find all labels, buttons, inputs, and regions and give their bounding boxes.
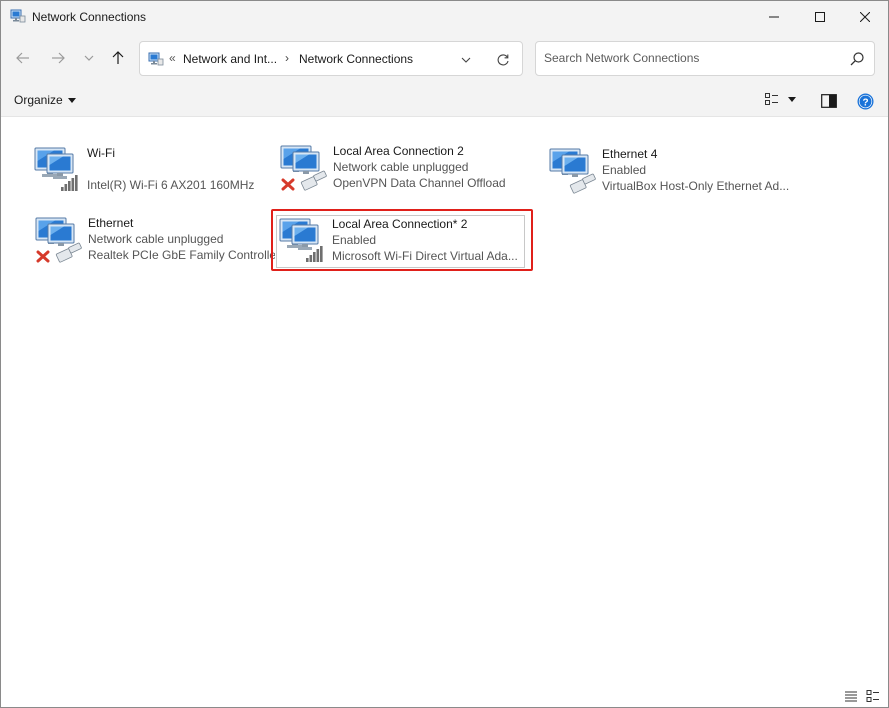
connection-name: Ethernet 4 — [602, 147, 658, 161]
connection-name: Ethernet — [88, 216, 134, 230]
organize-label: Organize — [14, 93, 63, 107]
connection-name: Wi-Fi — [87, 146, 115, 160]
details-view-icon[interactable] — [844, 689, 858, 703]
connection-text: Ethernet Network cable unplugged Realtek… — [88, 215, 275, 263]
title-bar: Network Connections — [1, 1, 888, 33]
arrow-right-icon — [52, 52, 65, 64]
connection-status — [87, 161, 264, 177]
maximize-button[interactable] — [797, 1, 843, 33]
navigation-bar: « Network and Int... › Network Connectio… — [1, 33, 888, 85]
network-connections-icon — [10, 9, 26, 23]
arrow-up-icon — [112, 51, 124, 64]
forward-button[interactable] — [47, 47, 69, 69]
caret-down-icon — [67, 97, 76, 103]
caret-down-icon — [788, 96, 796, 102]
change-view-button[interactable] — [765, 93, 796, 105]
breadcrumb-network-and-internet[interactable]: Network and Int... — [183, 52, 277, 66]
network-adapter-icon — [549, 148, 596, 194]
preview-pane-icon[interactable] — [821, 94, 837, 108]
network-adapter-icon — [35, 217, 82, 263]
connection-text: Ethernet 4 Enabled VirtualBox Host-Only … — [602, 146, 797, 194]
breadcrumb-separator[interactable]: › — [285, 51, 289, 65]
connection-status: Enabled — [602, 163, 647, 177]
organize-button[interactable]: Organize — [14, 93, 76, 107]
recent-locations-button[interactable] — [78, 47, 100, 69]
back-button[interactable] — [12, 47, 34, 69]
address-bar[interactable]: « Network and Int... › Network Connectio… — [139, 41, 523, 76]
tiles-view-icon[interactable] — [866, 689, 880, 703]
up-button[interactable] — [107, 47, 129, 69]
network-connections-icon — [148, 52, 164, 66]
connection-text: Local Area Connection 2 Network cable un… — [333, 143, 520, 191]
minimize-icon — [769, 16, 779, 18]
chevron-down-icon — [461, 57, 471, 63]
connection-device: OpenVPN Data Channel Offload — [333, 176, 506, 190]
network-adapter-icon — [34, 147, 78, 191]
disconnected-cable-icon — [281, 178, 295, 191]
address-dropdown-button[interactable] — [458, 52, 474, 68]
close-button[interactable] — [842, 1, 888, 33]
connection-item-local-area-connection-2[interactable]: Local Area Connection 2 Network cable un… — [280, 143, 520, 197]
connection-device: VirtualBox Host-Only Ethernet Ad... — [602, 179, 790, 193]
disconnected-cable-icon — [36, 250, 50, 263]
search-input[interactable] — [544, 51, 834, 65]
connection-status: Network cable unplugged — [88, 232, 224, 246]
minimize-button[interactable] — [751, 1, 797, 33]
breadcrumb-network-connections[interactable]: Network Connections — [299, 52, 413, 66]
connection-status: Network cable unplugged — [333, 160, 469, 174]
command-bar: Organize ? — [1, 85, 888, 117]
connection-item-wifi[interactable]: Wi-Fi Intel(R) Wi-Fi 6 AX201 160MHz — [34, 145, 264, 199]
network-adapter-icon — [280, 145, 327, 191]
help-icon[interactable]: ? — [857, 93, 874, 110]
connection-item-ethernet[interactable]: Ethernet Network cable unplugged Realtek… — [35, 215, 275, 269]
search-icon[interactable] — [849, 51, 865, 67]
highlight-box — [271, 209, 533, 271]
close-icon — [860, 12, 870, 22]
arrow-left-icon — [16, 52, 29, 64]
connection-name: Local Area Connection 2 — [333, 144, 464, 158]
connection-text: Wi-Fi Intel(R) Wi-Fi 6 AX201 160MHz — [87, 145, 264, 193]
connections-view: Wi-Fi Intel(R) Wi-Fi 6 AX201 160MHz Loca… — [1, 117, 888, 687]
chevron-down-icon — [84, 55, 94, 61]
network-connections-window: Network Connections « Network and Int...… — [0, 0, 889, 708]
status-bar — [1, 687, 888, 707]
connection-device: Intel(R) Wi-Fi 6 AX201 160MHz — [87, 178, 255, 192]
maximize-icon — [815, 12, 825, 22]
search-box[interactable] — [535, 41, 875, 76]
connection-item-ethernet-4[interactable]: Ethernet 4 Enabled VirtualBox Host-Only … — [549, 146, 799, 200]
refresh-button[interactable] — [494, 51, 512, 69]
refresh-icon — [497, 54, 509, 66]
breadcrumb-overflow[interactable]: « — [169, 51, 176, 65]
window-title: Network Connections — [32, 10, 147, 24]
view-options-icon — [765, 93, 778, 105]
connection-device: Realtek PCIe GbE Family Controller — [88, 248, 275, 262]
svg-text:?: ? — [862, 97, 868, 108]
